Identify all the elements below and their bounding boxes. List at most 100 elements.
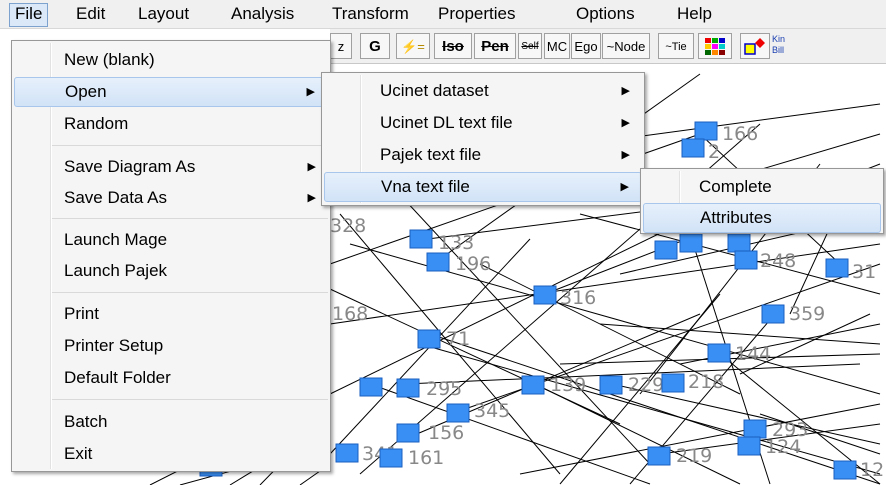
menu-item-label: Complete (699, 177, 772, 196)
toolbar-button-mc[interactable]: MC (544, 33, 570, 59)
node-3[interactable] (359, 377, 383, 397)
node-label-345: 345 (474, 400, 510, 422)
submenu-arrow-icon: ▶ (621, 149, 630, 161)
submenu-arrow-icon: ▶ (307, 161, 316, 173)
submenu-arrow-icon: ▶ (307, 192, 316, 204)
menu-item-launch-pajek[interactable]: Launch Pajek (14, 256, 328, 286)
toolbar-button-ego[interactable]: Ego (571, 33, 601, 59)
color-grid-icon (705, 38, 725, 55)
node-b[interactable] (679, 233, 703, 253)
menu-options[interactable]: Options (571, 3, 640, 25)
node-label-196: 196 (455, 253, 491, 275)
toolbar-button-iso[interactable]: Iso (434, 33, 472, 59)
menu-item-ucinet-dataset[interactable]: Ucinet dataset ▶ (324, 76, 642, 106)
node-label-144: 144 (735, 343, 771, 365)
toolbar-button-kin[interactable]: Kin Bill (772, 33, 790, 59)
menu-item-label: Attributes (700, 208, 772, 227)
menu-item-printer-setup[interactable]: Printer Setup (14, 331, 328, 361)
menu-item-label: Ucinet DL text file (380, 113, 513, 132)
vna-submenu: Complete Attributes (640, 168, 884, 234)
toolbar-button-pen[interactable]: Pen (474, 33, 516, 59)
menu-item-new-blank[interactable]: New (blank) (14, 45, 328, 75)
node-219[interactable] (647, 446, 671, 466)
node-label-316: 316 (560, 287, 596, 309)
submenu-arrow-icon: ▶ (621, 85, 630, 97)
menu-bar: File Edit Layout Analysis Transform Prop… (0, 0, 886, 29)
menu-item-ucinet-dl-text-file[interactable]: Ucinet DL text file ▶ (324, 108, 642, 138)
menu-item-save-data-as[interactable]: Save Data As ▶ (14, 183, 328, 213)
menu-item-save-diagram-as[interactable]: Save Diagram As ▶ (14, 152, 328, 182)
menu-help[interactable]: Help (672, 3, 717, 25)
menu-item-exit[interactable]: Exit (14, 439, 328, 469)
toolbar-button-z[interactable]: z (330, 33, 352, 59)
node-295[interactable] (396, 378, 420, 398)
menu-analysis[interactable]: Analysis (226, 3, 299, 25)
node-156[interactable] (396, 423, 420, 443)
node-label-295: 295 (426, 378, 462, 400)
menu-item-complete[interactable]: Complete (643, 172, 881, 202)
node-label-219: 219 (676, 445, 712, 467)
node-12[interactable] (833, 460, 857, 480)
node-166[interactable] (694, 121, 718, 141)
menu-item-attributes[interactable]: Attributes (643, 203, 881, 233)
node-124[interactable] (737, 436, 761, 456)
toolbar-button-node[interactable]: ~Node (602, 33, 650, 59)
menu-item-pajek-text-file[interactable]: Pajek text file ▶ (324, 140, 642, 170)
menu-separator (52, 145, 328, 146)
menu-item-launch-mage[interactable]: Launch Mage (14, 225, 328, 255)
node-248[interactable] (734, 250, 758, 270)
node-71[interactable] (417, 329, 441, 349)
menu-item-default-folder[interactable]: Default Folder (14, 363, 328, 393)
node-341[interactable] (335, 443, 359, 463)
node-161[interactable] (379, 448, 403, 468)
kin-label: Kin (772, 34, 786, 44)
toolbar-button-lightning[interactable]: ⚡= (396, 33, 430, 59)
node-31[interactable] (825, 258, 849, 278)
node-label-139: 139 (550, 374, 586, 396)
node-196[interactable] (426, 252, 450, 272)
node-144[interactable] (707, 343, 731, 363)
node-label-168: 168 (332, 303, 368, 325)
menu-item-label: Random (64, 114, 129, 133)
node-c[interactable] (727, 233, 751, 253)
node-label-359: 359 (789, 303, 825, 325)
node-133[interactable] (409, 229, 433, 249)
node-a[interactable] (654, 240, 678, 260)
toolbar-button-tie[interactable]: ~Tie (658, 33, 694, 59)
menu-edit[interactable]: Edit (71, 3, 110, 25)
node-293[interactable] (743, 419, 767, 439)
node-label-2: 2 (708, 141, 720, 163)
node-label-161: 161 (408, 447, 444, 469)
node-345[interactable] (446, 403, 470, 423)
node-229[interactable] (599, 375, 623, 395)
menu-item-vna-text-file[interactable]: Vna text file ▶ (324, 172, 642, 202)
menu-item-label: Save Data As (64, 188, 168, 207)
menu-item-label: Batch (64, 412, 108, 431)
menu-layout[interactable]: Layout (133, 3, 194, 25)
open-submenu: Ucinet dataset ▶ Ucinet DL text file ▶ Paj… (321, 72, 645, 206)
menu-item-random[interactable]: Random (14, 109, 328, 139)
node-359[interactable] (761, 304, 785, 324)
node-316[interactable] (533, 285, 557, 305)
toolbar-button-color-grid[interactable] (698, 33, 732, 59)
toolbar-button-self[interactable]: Self (518, 33, 542, 59)
menu-file[interactable]: File (9, 3, 49, 27)
node-2[interactable] (681, 138, 705, 158)
toolbar: z G ⚡= Iso Pen Self MC Ego ~Node ~Tie Ki… (330, 29, 886, 64)
node-label-31: 31 (852, 261, 876, 283)
node-139[interactable] (521, 375, 545, 395)
toolbar-button-shapes[interactable] (740, 33, 770, 59)
submenu-arrow-icon: ▶ (620, 181, 629, 193)
menu-item-label: Print (64, 304, 99, 323)
toolbar-button-g[interactable]: G (360, 33, 390, 59)
node-label-133: 133 (438, 232, 474, 254)
menu-transform[interactable]: Transform (327, 3, 414, 25)
node-label-71: 71 (446, 328, 470, 350)
menu-item-open[interactable]: Open ▶ (14, 77, 328, 107)
submenu-arrow-icon: ▶ (621, 117, 630, 129)
menu-item-print[interactable]: Print (14, 299, 328, 329)
menu-item-batch[interactable]: Batch (14, 407, 328, 437)
file-menu: New (blank) Open ▶ Random Save Diagram As… (11, 40, 331, 472)
node-218[interactable] (661, 373, 685, 393)
menu-properties[interactable]: Properties (433, 3, 520, 25)
